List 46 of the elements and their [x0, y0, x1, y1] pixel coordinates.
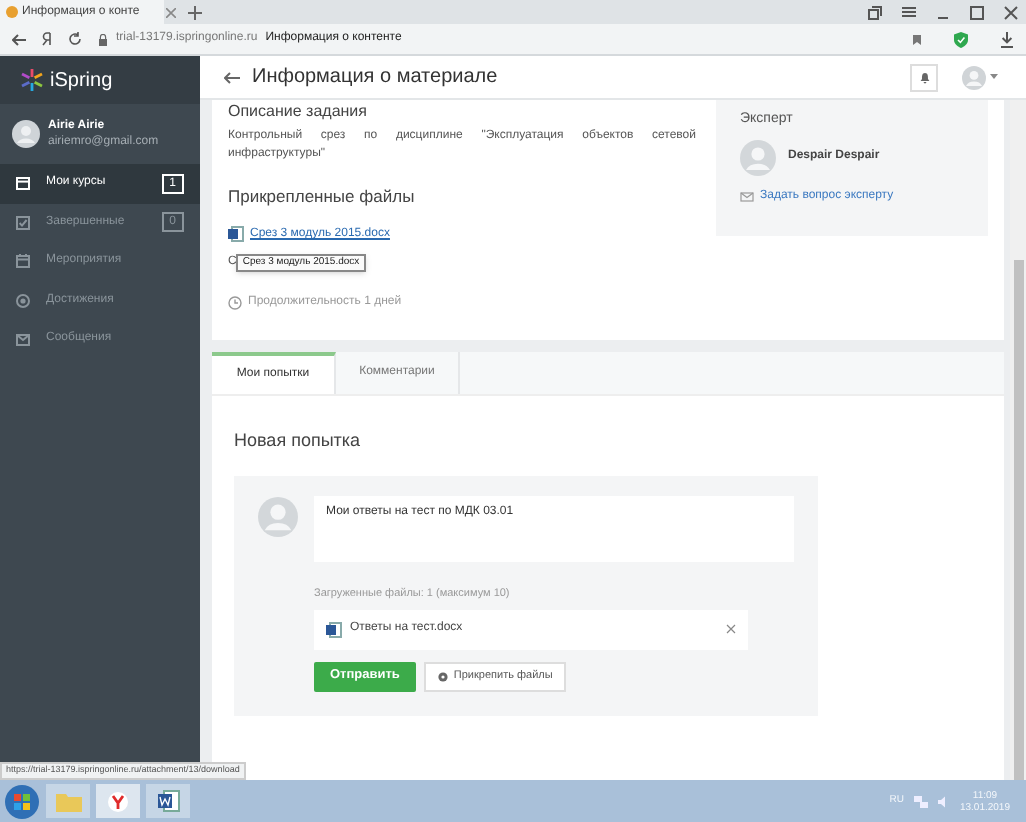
gear-icon [437, 671, 448, 682]
envelope-icon [16, 333, 30, 346]
start-icon[interactable] [4, 783, 40, 819]
back-arrow-icon[interactable] [12, 33, 26, 45]
calendar-icon [16, 254, 30, 269]
menu-icon[interactable] [902, 6, 916, 18]
lock-icon [98, 33, 108, 45]
download-icon[interactable] [1000, 31, 1014, 47]
folder-icon [55, 791, 81, 811]
checkbox-icon [16, 215, 30, 230]
avatar-icon [258, 495, 298, 537]
close-icon[interactable] [726, 624, 736, 635]
logo-text: iSpring [50, 67, 113, 95]
envelope-icon [740, 191, 754, 201]
section-heading: Описание задания [228, 102, 369, 120]
shield-icon[interactable] [954, 31, 968, 47]
calendar-icon [16, 176, 30, 191]
taskbar-button[interactable] [146, 784, 190, 818]
avatar-icon [740, 139, 776, 175]
taskbar-button[interactable] [96, 784, 140, 818]
section-heading: Прикрепленные файлы [228, 184, 417, 210]
bookmark-icon[interactable] [912, 33, 922, 45]
maximize-icon[interactable] [970, 5, 984, 19]
section-heading: Новая попытка [234, 428, 363, 454]
favicon-icon [6, 6, 18, 18]
caret-icon [990, 74, 998, 80]
scrollbar[interactable] [1010, 100, 1026, 780]
document-icon [228, 226, 244, 243]
medal-icon [16, 293, 30, 308]
document-icon [326, 621, 342, 638]
plus-icon[interactable] [188, 5, 202, 19]
logo-icon [20, 68, 44, 92]
reload-icon[interactable] [68, 32, 82, 46]
close-icon[interactable] [1004, 5, 1018, 19]
clock-icon [228, 295, 242, 310]
notification-button[interactable] [910, 63, 938, 91]
browser-logo-icon[interactable] [42, 32, 52, 46]
close-icon[interactable] [166, 7, 176, 17]
bell-icon [919, 71, 929, 83]
browser-logo-icon [108, 791, 128, 811]
avatar-icon [962, 65, 986, 89]
document-icon [157, 790, 179, 812]
back-arrow-icon[interactable] [224, 71, 240, 83]
tabs-icon[interactable] [868, 5, 882, 19]
header-title: Информация о материале [252, 64, 498, 92]
avatar-icon[interactable] [12, 120, 40, 148]
